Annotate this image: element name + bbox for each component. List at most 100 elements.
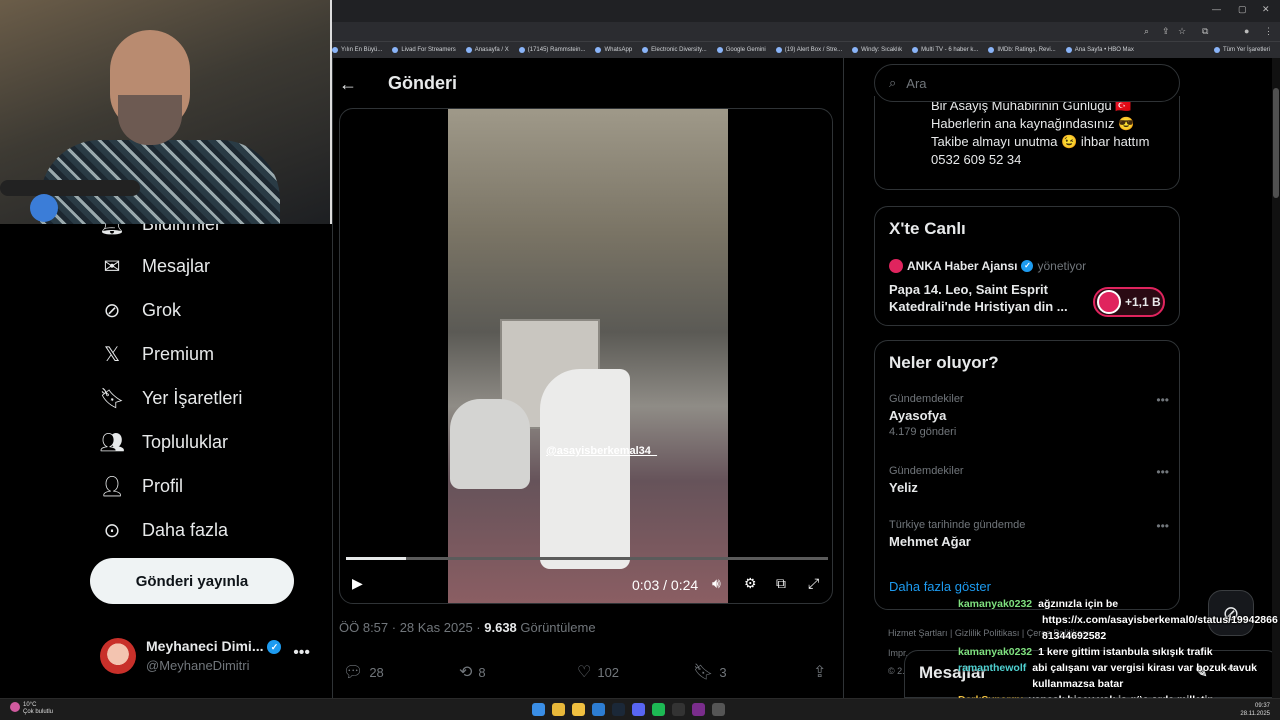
picture-in-picture-icon[interactable]: ⧉ <box>776 575 786 592</box>
bookmark-label: Electronic Diversity... <box>651 47 707 53</box>
show-more-link[interactable]: Daha fazla göster <box>889 579 991 594</box>
search-icon: ⌕ <box>889 75 897 90</box>
steam-icon[interactable] <box>612 703 625 716</box>
settings-gear-icon[interactable]: ⚙ <box>744 575 757 592</box>
trends-card: Neler oluyor? Gündemdekiler Ayasofya 4.1… <box>874 340 1180 610</box>
menu-icon[interactable]: ⋮ <box>1264 26 1273 37</box>
repost-button[interactable]: ⟲ 8 <box>459 662 486 682</box>
nav-item-grok[interactable]: ⊘ Grok <box>100 298 181 322</box>
account-name-row: Meyhaneci Dimi... ✓ <box>146 638 282 654</box>
bookmark-label: Windy: Sıcaklık <box>861 47 903 53</box>
back-arrow-icon[interactable]: ← <box>339 74 357 95</box>
search-input[interactable]: ⌕ Ara <box>874 64 1180 102</box>
vscode-icon[interactable] <box>592 703 605 716</box>
account-switcher[interactable]: Meyhaneci Dimi... ✓ @MeyhaneDimitri ••• <box>100 634 310 680</box>
reply-button[interactable]: 💬︎ 28 <box>343 662 384 682</box>
clock-date: 28.11.2025 <box>1240 711 1270 717</box>
nav-item-premium[interactable]: 𝕏 Premium <box>100 342 214 366</box>
more-dots-icon[interactable]: ••• <box>1156 519 1169 533</box>
close-icon[interactable]: ✕ <box>1262 4 1270 15</box>
bookmark-item[interactable]: IMDb: Ratings, Revi... <box>988 47 1056 53</box>
bookmark-favicon-icon <box>852 47 859 53</box>
chat-text: 1 kere gittim istanbula sıkışık trafik <box>1038 646 1213 658</box>
bookmark-item[interactable]: Multi TV - 6 haber k... <box>912 47 978 53</box>
bookmark-label: WhatsApp <box>604 47 633 53</box>
video-progress-bar[interactable] <box>346 557 828 560</box>
epic-icon[interactable] <box>672 703 685 716</box>
weather-widget[interactable]: 10°C Çok bulutlu <box>10 702 53 716</box>
video-player[interactable]: @asayisberkemal34_ ▶ 0:03 / 0:24 🔊︎ ⚙ ⧉ … <box>339 108 833 604</box>
bookmark-item[interactable]: Anasayfa / X <box>465 47 509 53</box>
post-meta: ÖÖ 8:57 · 28 Kas 2025 · 9.638 Görüntülem… <box>339 620 596 635</box>
nav-item-more[interactable]: ⊙ Daha fazla <box>100 518 228 542</box>
more-circle-icon: ⊙ <box>103 519 121 542</box>
profile-icon[interactable]: ● <box>1244 26 1249 36</box>
more-dots-icon[interactable]: ••• <box>1156 393 1169 407</box>
chat-username: kamanyak0232 <box>958 646 1033 658</box>
more-dots-icon[interactable]: ••• <box>293 644 310 662</box>
nav-item-profile[interactable]: 👤︎ Profil <box>99 474 183 498</box>
scrollbar-thumb[interactable] <box>1273 88 1279 198</box>
bookmark-item[interactable]: Ana Sayfa • HBO Max <box>1065 47 1134 53</box>
bookmark-button[interactable]: 🔖︎ 3 <box>693 662 727 682</box>
bookmark-item[interactable]: Yılın En Büyü... <box>332 47 382 53</box>
trend-item[interactable]: Gündemdekiler Ayasofya 4.179 gönderi ••• <box>889 393 1169 438</box>
bookmark-favicon-icon <box>332 47 338 53</box>
post-column: ← Gönderi @asayisberkemal34_ ▶ 0:03 / 0:… <box>332 58 844 698</box>
share-icon[interactable]: ⇪ <box>1162 26 1170 37</box>
bookmark-item[interactable]: WhatsApp <box>595 47 632 53</box>
trend-item[interactable]: Gündemdekiler Yeliz ••• <box>889 465 1169 495</box>
discord-icon[interactable] <box>632 703 645 716</box>
like-count: 102 <box>597 664 620 680</box>
maximize-icon[interactable]: ▢ <box>1238 4 1247 15</box>
spotify-icon[interactable] <box>652 703 665 716</box>
minimize-icon[interactable]: — <box>1212 4 1221 14</box>
post-timestamp[interactable]: ÖÖ 8:57 · 28 Kas 2025 · <box>339 620 484 635</box>
system-clock[interactable]: 09:37 28.11.2025 <box>1240 702 1270 718</box>
bookmark-label: Multi TV - 6 haber k... <box>921 47 979 53</box>
streamer-beard <box>118 95 182 145</box>
trend-name: Yeliz <box>889 480 918 495</box>
post-button[interactable]: Gönderi yayınla <box>90 558 294 604</box>
live-listeners-pill[interactable]: +1,1 B <box>1093 287 1165 317</box>
nav-item-communities[interactable]: 👥︎ Topluluklar <box>99 430 228 454</box>
nav-item-messages[interactable]: ✉ Mesajlar <box>100 254 210 278</box>
zoom-icon[interactable]: ⌕ <box>1144 26 1149 37</box>
live-source-suffix: yönetiyor <box>1037 259 1087 273</box>
like-button[interactable]: ♡ 102 <box>577 662 619 682</box>
chrome-icon[interactable] <box>552 703 565 716</box>
video-time: 0:03 / 0:24 <box>632 577 699 593</box>
post-view-count: 9.638 <box>484 620 517 635</box>
bookmark-icon: 🔖︎ <box>693 664 714 681</box>
fullscreen-icon[interactable]: ⤢ <box>808 575 819 592</box>
bookmark-item[interactable]: Windy: Sıcaklık <box>852 47 902 53</box>
account-name: Meyhaneci Dimi... <box>146 638 264 654</box>
share-button[interactable]: ⇪ <box>813 662 826 682</box>
bookmark-item[interactable]: (19) Alert Box / Stre... <box>775 47 842 53</box>
trends-title: Neler oluyor? <box>889 353 999 372</box>
bookmark-favicon-icon <box>518 47 525 53</box>
share-icon: ⇪ <box>813 664 827 681</box>
folder-icon[interactable] <box>572 703 585 716</box>
bookmark-item[interactable]: Google Gemini <box>716 47 766 53</box>
weather-icon <box>10 702 20 712</box>
video-car-left <box>450 399 530 489</box>
play-icon[interactable]: ▶ <box>352 575 363 592</box>
start-icon[interactable] <box>532 703 545 716</box>
chat-message: kamanyak0232 1 kere gittim istanbula sıkı… <box>958 644 1280 660</box>
star-icon[interactable]: ☆ <box>1178 26 1186 37</box>
live-headline[interactable]: Papa 14. Leo, Saint Esprit Katedrali'nde… <box>889 281 1089 315</box>
obs-icon[interactable] <box>712 703 725 716</box>
bookmark-item[interactable]: (17145) Rammstein... <box>518 47 585 53</box>
app-icon[interactable] <box>692 703 705 716</box>
chat-message: ramanthewolf abi çalışanı var vergisi kir… <box>958 660 1280 692</box>
trend-item[interactable]: Türkiye tarihinde gündemde Mehmet Ağar •… <box>889 519 1169 549</box>
volume-icon[interactable]: 🔊︎ <box>712 575 721 592</box>
bookmark-item[interactable]: Tüm Yer İşaretleri <box>1213 47 1270 53</box>
more-dots-icon[interactable]: ••• <box>1156 465 1169 479</box>
live-source[interactable]: ANKA Haber Ajansı ✓ yönetiyor <box>889 259 1086 273</box>
bookmark-item[interactable]: Livad For Streamers <box>392 47 456 53</box>
nav-item-bookmarks[interactable]: 🔖︎ Yer İşaretleri <box>99 386 242 410</box>
extensions-icon[interactable]: ⧉ <box>1202 26 1208 37</box>
bookmark-item[interactable]: Electronic Diversity... <box>642 47 707 53</box>
